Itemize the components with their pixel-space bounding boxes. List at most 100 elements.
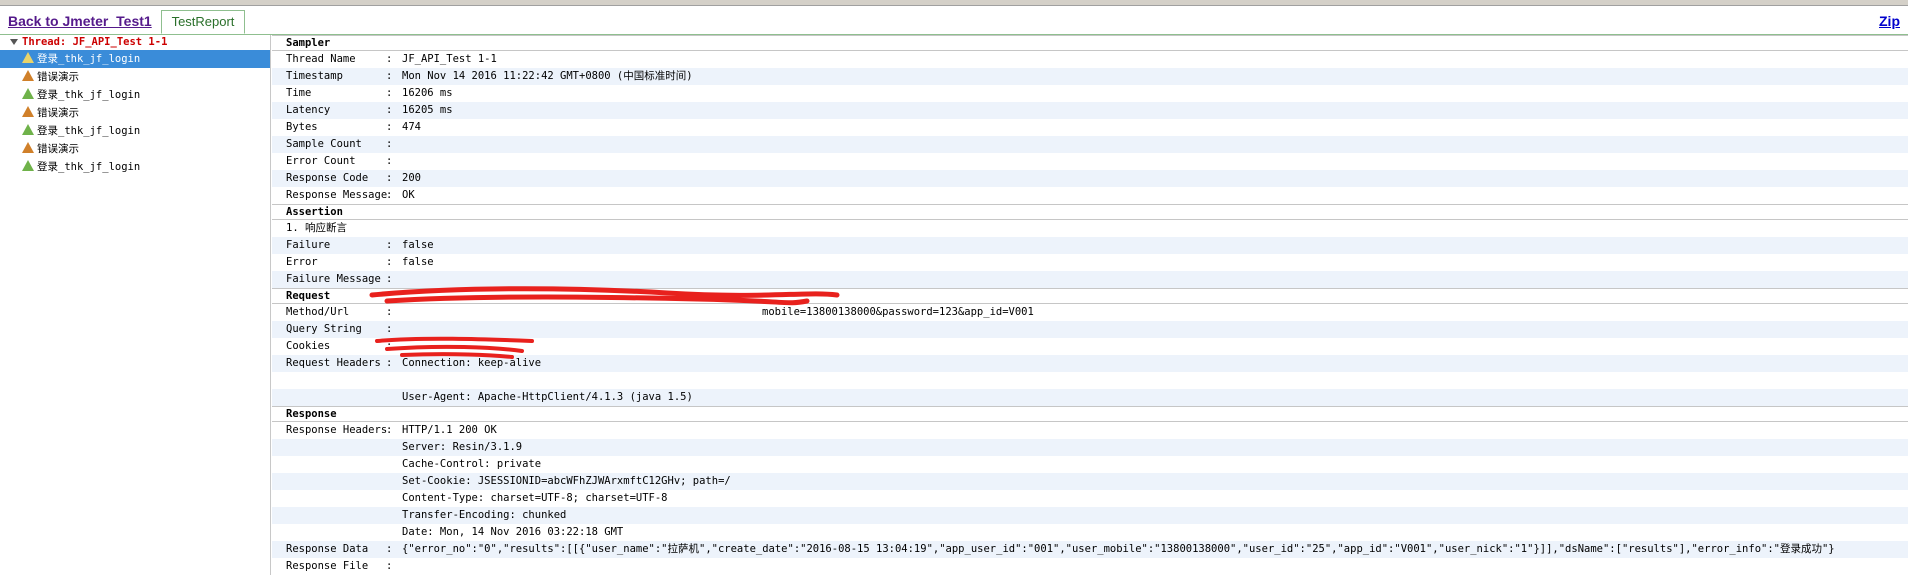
field-colon: : — [386, 70, 393, 82]
report-header: Back to Jmeter_Test1 TestReport Zip — [0, 6, 1908, 35]
sample-error-icon — [22, 142, 34, 153]
field-label: Request Headers — [286, 357, 381, 369]
field-label: Error Count — [286, 155, 356, 167]
field-colon: : — [386, 323, 393, 335]
detail-row: Content-Type: charset=UTF-8; charset=UTF… — [272, 490, 1908, 507]
field-value: false — [402, 256, 434, 268]
detail-row: Bytes:474 — [272, 119, 1908, 136]
sample-ok-icon — [22, 88, 34, 99]
field-value: 16205 ms — [402, 104, 453, 116]
thread-node[interactable]: Thread: JF_API_Test 1-1 — [0, 35, 270, 50]
field-value: 474 — [402, 121, 421, 133]
field-value: Server: Resin/3.1.9 — [402, 441, 523, 453]
zip-link[interactable]: Zip — [1879, 13, 1900, 29]
detail-row: Response Message: OK — [272, 187, 1908, 204]
field-colon: : — [386, 53, 393, 65]
sample-ok-icon — [22, 124, 34, 135]
detail-row: Error: false — [272, 254, 1908, 271]
detail-row: Response Headers: HTTP/1.1 200 OK — [272, 422, 1908, 439]
back-to-test-link[interactable]: Back to Jmeter_Test1 — [8, 13, 152, 29]
field-colon: : — [386, 357, 393, 369]
field-colon: : — [386, 543, 393, 555]
thread-label: Thread: JF_API_Test 1-1 — [22, 36, 168, 48]
detail-row: Response Code:200 — [272, 170, 1908, 187]
field-value: mobile=13800138000&password=123&app_id=V… — [762, 306, 1034, 318]
detail-row: Error Count: — [272, 153, 1908, 170]
detail-row: Latency:16205 ms — [272, 102, 1908, 119]
section-request-title: Request — [272, 288, 1908, 304]
field-colon: : — [386, 138, 393, 150]
field-value: {"error_no":"0","results":[[{"user_name"… — [402, 543, 1835, 555]
tab-testreport[interactable]: TestReport — [161, 10, 245, 34]
field-label: Response Data — [286, 543, 369, 555]
field-value: 16206 ms — [402, 87, 453, 99]
detail-row: Failure Message: — [272, 271, 1908, 288]
tree-item-label: 登录_thk_jf_login — [37, 125, 141, 137]
tree-item-3[interactable]: 错误演示 — [0, 104, 270, 122]
detail-row: Response Data: {"error_no":"0","results":… — [272, 541, 1908, 558]
field-value: HTTP/1.1 200 OK — [402, 424, 497, 436]
field-colon: : — [386, 239, 393, 251]
field-label: Failure — [286, 239, 331, 251]
field-colon: : — [386, 340, 393, 352]
tree-item-0[interactable]: 登录_thk_jf_login — [0, 50, 270, 68]
detail-row: Timestamp: Mon Nov 14 2016 11:22:42 GMT+0… — [272, 68, 1908, 85]
detail-row: Failure: false — [272, 237, 1908, 254]
field-label: Query String — [286, 323, 362, 335]
tree-item-5[interactable]: 错误演示 — [0, 140, 270, 158]
field-colon: : — [386, 104, 393, 116]
field-label: Response Code — [286, 172, 369, 184]
field-colon: : — [386, 172, 393, 184]
detail-row: Method/Url: mobile=13800138000&password=1… — [272, 304, 1908, 321]
field-value: Set-Cookie: JSESSIONID=abcWFhZJWArxmftC1… — [402, 475, 731, 487]
detail-row: Server: Resin/3.1.9 — [272, 439, 1908, 456]
collapse-triangle-icon[interactable] — [10, 39, 18, 45]
field-value: User-Agent: Apache-HttpClient/4.1.3 (jav… — [402, 391, 693, 403]
field-label: Time — [286, 87, 312, 99]
field-value: JF_API_Test 1-1 — [402, 53, 497, 65]
field-colon: : — [386, 155, 393, 167]
detail-row: Set-Cookie: JSESSIONID=abcWFhZJWArxmftC1… — [272, 473, 1908, 490]
field-label: Response Message — [286, 189, 388, 201]
field-value: Mon Nov 14 2016 11:22:42 GMT+0800 (中国标准时… — [402, 70, 693, 82]
field-label: Bytes — [286, 121, 318, 133]
sample-error-icon — [22, 106, 34, 117]
field-value: 200 — [402, 172, 421, 184]
field-colon: : — [386, 87, 393, 99]
tree-item-label: 登录_thk_jf_login — [37, 89, 141, 101]
detail-row: User-Agent: Apache-HttpClient/4.1.3 (jav… — [272, 389, 1908, 406]
field-colon: : — [386, 306, 393, 318]
detail-row: Cache-Control: private — [272, 456, 1908, 473]
detail-row: Cookies: — [272, 338, 1908, 355]
detail-row: Thread Name: JF_API_Test 1-1 — [272, 51, 1908, 68]
field-value: Content-Type: charset=UTF-8; charset=UTF… — [402, 492, 668, 504]
assertion-name: 1. 响应断言 — [286, 222, 347, 234]
field-colon: : — [386, 121, 393, 133]
detail-row: Sample Count: — [272, 136, 1908, 153]
field-label: Error — [286, 256, 318, 268]
tree-item-2[interactable]: 登录_thk_jf_login — [0, 86, 270, 104]
field-colon: : — [386, 560, 393, 572]
field-value: OK — [402, 189, 415, 201]
detail-row: Query String: — [272, 321, 1908, 338]
field-value: Connection: keep-alive — [402, 357, 542, 369]
tree-item-label: 错误演示 — [37, 71, 79, 83]
detail-row: Time:16206 ms — [272, 85, 1908, 102]
assertion-name-row: 1. 响应断言 — [272, 220, 1908, 237]
field-value: Date: Mon, 14 Nov 2016 03:22:18 GMT — [402, 526, 624, 538]
section-assertion-title: Assertion — [272, 204, 1908, 220]
field-value: Cache-Control: private — [402, 458, 542, 470]
field-label: Thread Name — [286, 53, 356, 65]
field-label: Sample Count — [286, 138, 362, 150]
tree-item-1[interactable]: 错误演示 — [0, 68, 270, 86]
field-label: Timestamp — [286, 70, 343, 82]
tree-item-6[interactable]: 登录_thk_jf_login — [0, 158, 270, 176]
field-value: Transfer-Encoding: chunked — [402, 509, 567, 521]
detail-row — [272, 372, 1908, 389]
field-label: Method/Url — [286, 306, 350, 318]
detail-row: Request Headers: Connection: keep-alive — [272, 355, 1908, 372]
field-colon: : — [386, 424, 393, 436]
detail-row: Transfer-Encoding: chunked — [272, 507, 1908, 524]
tree-item-4[interactable]: 登录_thk_jf_login — [0, 122, 270, 140]
sample-error-icon — [22, 70, 34, 81]
